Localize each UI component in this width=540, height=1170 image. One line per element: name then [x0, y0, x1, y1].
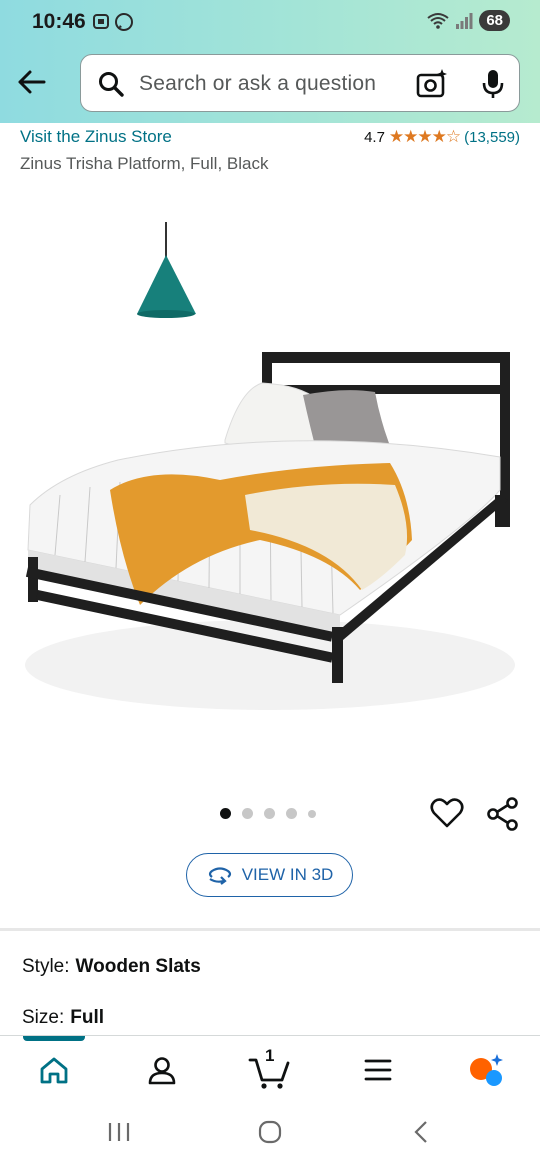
- camera-search-icon[interactable]: [415, 67, 449, 101]
- recent-apps-button[interactable]: [107, 1120, 131, 1144]
- notification-icons: [92, 12, 136, 32]
- menu-icon: [364, 1059, 392, 1081]
- nav-home[interactable]: [32, 1048, 76, 1092]
- home-system-button[interactable]: [258, 1120, 282, 1144]
- style-value: Wooden Slats: [75, 956, 201, 977]
- size-label: Size:: [22, 1007, 65, 1028]
- rating-value: 4.7: [364, 128, 385, 146]
- style-option[interactable]: Style: Wooden Slats: [22, 956, 201, 978]
- assistant-icon: [470, 1054, 503, 1086]
- signal-icon: [456, 12, 473, 29]
- bottom-navigation: 1: [0, 1035, 540, 1103]
- search-input[interactable]: Search or ask a question: [139, 72, 376, 96]
- nav-rufus-assistant[interactable]: [464, 1048, 508, 1092]
- view-in-3d-button[interactable]: VIEW IN 3D: [186, 853, 353, 897]
- wishlist-heart-icon[interactable]: [430, 797, 464, 829]
- view-in-3d-label: VIEW IN 3D: [241, 865, 334, 884]
- carousel-dot[interactable]: [220, 808, 231, 819]
- style-label: Style:: [22, 956, 70, 977]
- carousel-dot[interactable]: [242, 808, 253, 819]
- battery-indicator: 68: [479, 10, 510, 31]
- home-circle-icon: [258, 1120, 282, 1144]
- star-rating-icon: ★★★★☆: [388, 127, 461, 146]
- share-icon[interactable]: [486, 797, 520, 831]
- status-right: 68: [427, 10, 510, 31]
- size-option[interactable]: Size: Full: [22, 1007, 104, 1029]
- nav-account[interactable]: [140, 1048, 184, 1092]
- app-header: 10:46 68 Search or ask a question: [0, 0, 540, 123]
- carousel-dot[interactable]: [308, 809, 316, 818]
- system-back-button[interactable]: [410, 1120, 434, 1144]
- nav-menu[interactable]: [356, 1048, 400, 1092]
- rating-summary[interactable]: 4.7 ★★★★☆ (13,559): [364, 127, 520, 147]
- person-icon: [148, 1057, 176, 1085]
- store-link[interactable]: Visit the Zinus Store: [20, 127, 172, 147]
- system-navigation-bar: [0, 1102, 540, 1170]
- carousel-dot[interactable]: [264, 808, 275, 819]
- image-carousel-indicator[interactable]: [220, 808, 316, 819]
- product-title: Zinus Trisha Platform, Full, Black: [20, 154, 269, 173]
- product-image[interactable]: [0, 195, 540, 790]
- cart-count-badge: 1: [265, 1046, 275, 1065]
- review-count[interactable]: (13,559): [464, 129, 520, 146]
- microphone-icon[interactable]: [481, 68, 505, 100]
- search-bar[interactable]: Search or ask a question: [80, 54, 520, 112]
- rotate-3d-icon: [208, 867, 231, 885]
- recent-apps-icon: [108, 1123, 130, 1141]
- section-divider: [0, 928, 540, 931]
- back-button[interactable]: [14, 64, 50, 100]
- status-time: 10:46: [32, 10, 86, 33]
- size-value: Full: [70, 1007, 105, 1028]
- chevron-left-icon: [414, 1121, 427, 1143]
- active-tab-indicator: [23, 1036, 85, 1041]
- carousel-dot[interactable]: [286, 808, 297, 819]
- wifi-icon: [427, 12, 449, 29]
- arrow-left-icon: [18, 70, 46, 94]
- search-icon: [97, 70, 125, 98]
- home-icon: [40, 1057, 68, 1084]
- nav-cart[interactable]: 1: [246, 1046, 294, 1092]
